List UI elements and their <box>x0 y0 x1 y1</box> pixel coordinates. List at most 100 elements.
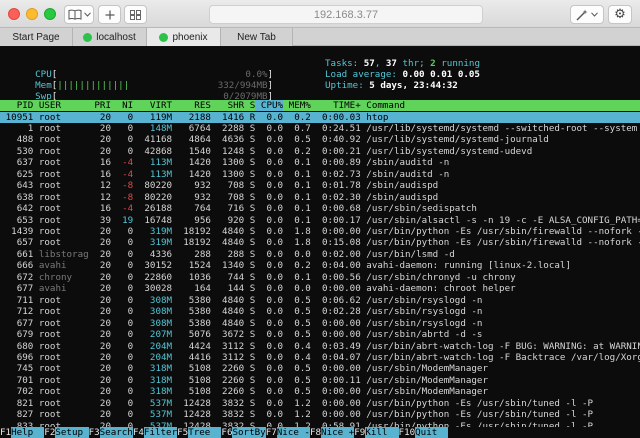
process-cmd: /sbin/audispd <box>366 191 439 203</box>
process-cpu: 0.0 <box>266 271 284 283</box>
process-mem: 0.5 <box>294 306 311 318</box>
process-cmd: /usr/bin/abrt-watch-log -F BUG: WARNING:… <box>366 340 640 352</box>
process-row[interactable]: 643 root 12 -8 80220 932 708 S 0.0 0.1 0:01.78/sbi… <box>0 180 640 191</box>
process-row[interactable]: 637 root 16 -4 113M 1420 1300 S 0.0 0.1 0:00.89/sb… <box>0 157 640 168</box>
process-mem: 0.1 <box>294 203 311 215</box>
process-row[interactable]: 1 root 20 0 148M 6764 2288 S 0.0 0.7 0:24.51/usr/l… <box>0 123 640 134</box>
process-row[interactable]: 821 root 20 0 537M 12428 3832 S 0.0 1.2 0:00.00/us… <box>0 398 640 409</box>
process-row[interactable]: 711 root 20 0 308M 5380 4840 S 0.0 0.5 0:06.62/usr… <box>0 295 640 306</box>
process-row[interactable]: 679 root 20 0 207M 5076 3672 S 0.0 0.5 0:00.00/usr… <box>0 329 640 340</box>
column-header-time[interactable]: TIME+ <box>311 100 361 111</box>
process-row[interactable]: 10951 root 20 0 119M 2188 1416 R 0.0 0.2 0:00.03 ht… <box>0 111 640 123</box>
process-row[interactable]: 642 root 16 -4 26188 764 716 S 0.0 0.1 0:00.68/usr… <box>0 203 640 214</box>
process-row[interactable]: 701 root 20 0 318M 5108 2260 S 0.0 0.5 0:00.11/usr… <box>0 375 640 386</box>
process-ni: 0 <box>127 397 134 409</box>
process-mem: 0.4 <box>294 351 311 363</box>
process-mem: 0.7 <box>294 122 311 134</box>
process-cpu: 0.0 <box>266 226 284 237</box>
tab-start-page[interactable]: Start Page <box>0 28 73 46</box>
tab-new-tab[interactable]: New Tab <box>221 28 293 46</box>
fkey-f6[interactable]: F6 SortBy <box>221 427 266 438</box>
process-ni: 0 <box>127 363 134 375</box>
process-ni: 0 <box>127 134 134 146</box>
process-row[interactable]: 672 chrony 20 0 22860 1036 744 S 0.0 0.1 0:00.56/u… <box>0 272 640 283</box>
process-row[interactable]: 712 root 20 0 308M 5380 4840 S 0.0 0.5 0:02.28/usr… <box>0 306 640 317</box>
fkey-f4[interactable]: F4 Filter <box>132 427 178 438</box>
column-header-res[interactable]: RES <box>172 100 211 111</box>
settings-button[interactable]: ⚙ <box>608 5 632 24</box>
fkey-f1[interactable]: F1 Help <box>0 427 45 438</box>
zoom-window-button[interactable] <box>44 8 56 20</box>
column-header-user[interactable]: USER <box>39 100 61 111</box>
process-pri: 20 <box>99 271 111 283</box>
fkey-f5[interactable]: F5 Tree <box>177 427 222 438</box>
new-tab-button[interactable] <box>98 5 121 24</box>
process-user: root <box>38 397 61 409</box>
column-header-mem[interactable]: MEM% <box>283 100 311 111</box>
column-header-pri[interactable]: PRI <box>89 100 111 111</box>
process-row[interactable]: 666 avahi 20 0 30152 1524 1340 S 0.0 0.2 0:04.00 av… <box>0 260 640 271</box>
tab-localhost[interactable]: localhost <box>73 28 147 46</box>
column-header-shr[interactable]: SHR <box>211 100 245 111</box>
process-pri: 20 <box>99 363 111 375</box>
uptime-value: 5 days, 23:44:32 <box>369 80 458 91</box>
process-cmd: /usr/sbin/sedispatch <box>366 203 477 215</box>
process-row[interactable]: 677 root 20 0 308M 5380 4840 S 0.0 0.5 0:00.00/usr… <box>0 318 640 329</box>
process-user: root <box>38 363 61 375</box>
fkey-f9[interactable]: F9 Kill <box>354 427 399 438</box>
fkey-f7[interactable]: F7 Nice - <box>265 427 310 438</box>
process-row[interactable]: 661 libstorag 20 0 4336 288 288 S 0.0 0.0 0:02.00/… <box>0 249 640 260</box>
process-row[interactable]: 657 root 20 0 319M 18192 4840 S 0.0 1.8 0:15.08/us… <box>0 237 640 248</box>
process-shr: 1340 <box>222 260 245 272</box>
process-mem: 0.5 <box>294 386 311 398</box>
minimize-window-button[interactable] <box>26 8 38 20</box>
threads-count: 37 <box>385 58 397 69</box>
process-res: 5380 <box>188 317 211 329</box>
column-header-command[interactable]: Command <box>366 100 405 111</box>
process-row[interactable]: 677 avahi 20 0 30028 164 144 S 0.0 0.0 0:00.00 avah… <box>0 283 640 294</box>
fkey-f8[interactable]: F8 Nice + <box>309 427 355 438</box>
process-ni: 0 <box>127 111 134 123</box>
fkey-f2[interactable]: F2 Setup <box>44 427 89 438</box>
process-row[interactable]: 1439 root 20 0 319M 18192 4840 S 0.0 1.8 0:00.00/u… <box>0 226 640 237</box>
process-row[interactable]: 653 root 39 19 16748 956 920 S 0.0 0.1 0:00.17/usr… <box>0 215 640 226</box>
address-bar[interactable]: 192.168.3.77 <box>209 5 483 24</box>
process-row[interactable]: 488 root 20 0 41168 4864 4636 S 0.0 0.5 0:40.92/us… <box>0 134 640 145</box>
process-virt: 26188 <box>144 203 173 215</box>
close-window-button[interactable] <box>8 8 20 20</box>
reader-menu-button[interactable] <box>64 5 94 24</box>
process-row[interactable]: 625 root 16 -4 113M 1420 1300 S 0.0 0.1 0:02.73/sb… <box>0 169 640 180</box>
column-header-cpu[interactable]: CPU% <box>255 100 284 111</box>
process-virt: 16748 <box>144 214 173 226</box>
column-header-virt[interactable]: VIRT <box>139 100 172 111</box>
process-pri: 20 <box>99 111 111 123</box>
terminal[interactable]: CPU[ 0.0%] Mem[||||||||||||| 332/994MB] … <box>0 47 640 438</box>
tab-phoenix[interactable]: phoenix <box>147 28 221 46</box>
process-row[interactable]: 638 root 12 -8 80220 932 708 S 0.0 0.1 0:02.30/sbi… <box>0 192 640 203</box>
process-mem: 0.5 <box>294 374 311 386</box>
fkey-f10[interactable]: F10 Quit <box>398 427 449 438</box>
tasks-count: 57 <box>363 58 375 69</box>
process-pid: 712 <box>16 306 34 318</box>
process-time: 0:00.00 <box>322 409 361 421</box>
process-user: root <box>38 351 61 363</box>
column-header-pid[interactable]: PID <box>0 100 34 111</box>
process-row[interactable]: 530 root 20 0 42868 1540 1248 S 0.0 0.2 0:00.21/us… <box>0 146 640 157</box>
fkey-f3[interactable]: F3 Search <box>88 427 133 438</box>
extensions-button[interactable] <box>570 5 604 24</box>
process-table-header[interactable]: PID USER PRI NI VIRT RES SHR S CPU% MEM% TIME+ Comm… <box>0 100 640 111</box>
process-ni: 0 <box>127 122 134 134</box>
process-row[interactable]: 702 root 20 0 318M 5108 2260 S 0.0 0.5 0:00.00/usr… <box>0 386 640 397</box>
process-time: 0:00.21 <box>322 145 361 157</box>
process-pri: 20 <box>99 374 111 386</box>
column-header-ni[interactable]: NI <box>111 100 133 111</box>
process-row[interactable]: 745 root 20 0 318M 5108 2260 S 0.0 0.5 0:00.00/usr… <box>0 363 640 374</box>
process-row[interactable]: 680 root 20 0 204M 4424 3112 S 0.0 0.4 0:03.49/usr… <box>0 341 640 352</box>
tab-overview-button[interactable] <box>124 5 147 24</box>
process-shr: 3672 <box>222 329 245 341</box>
process-row[interactable]: 696 root 20 0 204M 4416 3112 S 0.0 0.4 0:04.07/usr… <box>0 352 640 363</box>
process-res: 5380 <box>188 294 211 306</box>
process-user: root <box>38 386 61 398</box>
process-row[interactable]: 827 root 20 0 537M 12428 3832 S 0.0 1.2 0:00.00/us… <box>0 409 640 420</box>
process-time: 0:01.78 <box>322 180 361 192</box>
